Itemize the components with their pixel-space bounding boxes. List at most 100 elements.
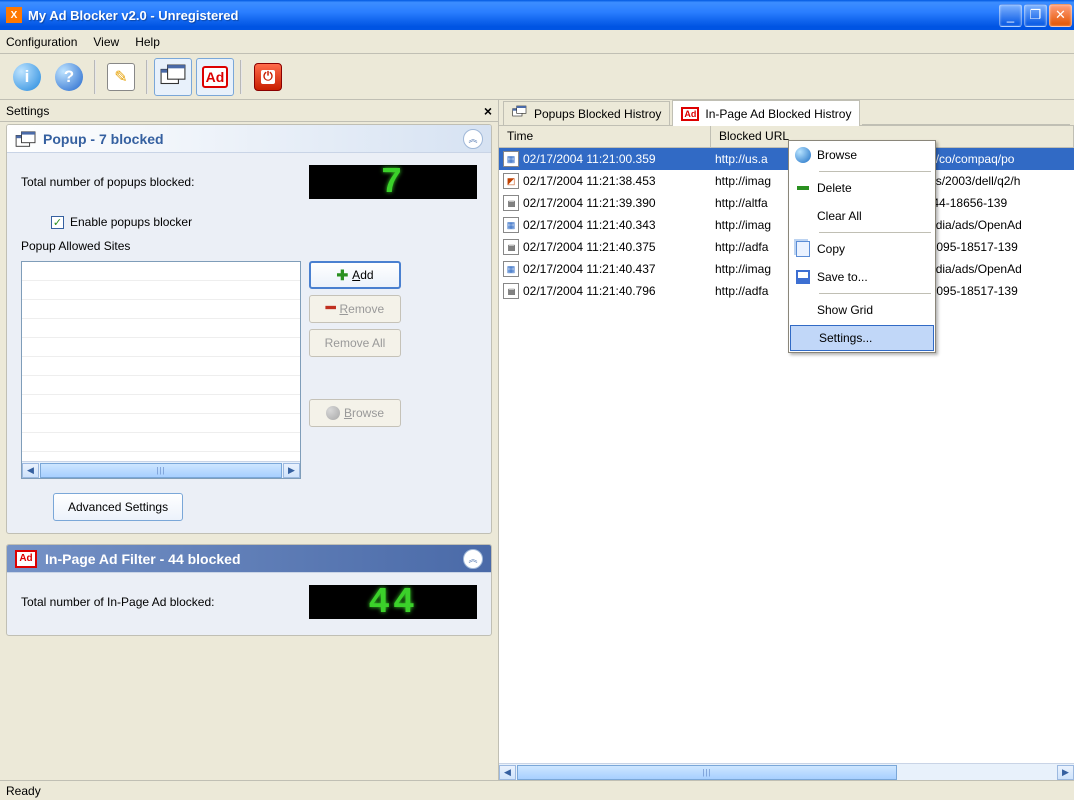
history-hscroll[interactable]: ◀ ||| ▶ (499, 763, 1074, 780)
ctx-delete[interactable]: Delete (789, 174, 935, 202)
popup-icon (159, 63, 187, 91)
settings-panel-header: Settings × (0, 100, 498, 122)
row-time: 02/17/2004 11:21:40.437 (523, 262, 656, 276)
window-title: My Ad Blocker v2.0 - Unregistered (28, 8, 999, 23)
toolbar: i ? ✎ Ad ⏻ (0, 54, 1074, 100)
settings-panel: Settings × Popup - 7 blocked ︽ Total num… (0, 100, 498, 780)
context-menu: Browse Delete Clear All Copy Save to... … (788, 140, 936, 353)
inpage-section-icon: Ad (15, 550, 37, 568)
toolbar-separator (240, 60, 242, 94)
status-text: Ready (6, 784, 41, 798)
enable-popup-blocker-checkbox[interactable]: ✓ (51, 216, 64, 229)
menu-help[interactable]: Help (135, 35, 160, 49)
ctx-browse[interactable]: Browse (789, 141, 935, 169)
advanced-settings-button[interactable]: Advanced Settings (53, 493, 183, 521)
tab-popups-label: Popups Blocked Histroy (534, 107, 661, 121)
statusbar: Ready (0, 780, 1074, 800)
inpage-count-value: 44 (368, 582, 417, 623)
history-row[interactable]: ▦02/17/2004 11:21:00.359http://us.am/a/c… (499, 148, 1074, 170)
cal-icon: ▤ (503, 195, 519, 211)
browse-button[interactable]: Browse (309, 399, 401, 427)
globe-icon (326, 406, 340, 420)
delete-icon (797, 186, 809, 190)
popup-total-label: Total number of popups blocked: (21, 175, 309, 189)
add-button[interactable]: ✚Add (309, 261, 401, 289)
toolbar-config-button[interactable]: ✎ (102, 58, 140, 96)
collapse-icon[interactable]: ︽ (463, 549, 483, 569)
collapse-icon[interactable]: ︽ (463, 129, 483, 149)
popup-section-header[interactable]: Popup - 7 blocked ︽ (7, 125, 491, 153)
html-icon: ▦ (503, 261, 519, 277)
tab-popups-history[interactable]: Popups Blocked Histroy (503, 101, 670, 125)
remove-all-button[interactable]: Remove All (309, 329, 401, 357)
maximize-button[interactable]: ❐ (1024, 4, 1047, 27)
inpage-section-title: In-Page Ad Filter - 44 blocked (45, 551, 463, 567)
minus-icon: ━ (326, 305, 336, 313)
minimize-button[interactable]: _ (999, 4, 1022, 27)
column-header-time[interactable]: Time (499, 126, 711, 147)
scroll-thumb[interactable]: ||| (517, 765, 897, 780)
menu-view[interactable]: View (93, 35, 119, 49)
html-icon: ▦ (503, 151, 519, 167)
ad-icon: Ad (202, 66, 228, 88)
toolbar-help-button[interactable]: ? (50, 58, 88, 96)
history-row[interactable]: ▤02/17/2004 11:21:40.375http://adfam/209… (499, 236, 1074, 258)
close-button[interactable]: ✕ (1049, 4, 1072, 27)
ctx-separator (819, 293, 931, 294)
titlebar: X My Ad Blocker v2.0 - Unregistered _ ❐ … (0, 0, 1074, 30)
row-time: 02/17/2004 11:21:38.453 (523, 174, 656, 188)
row-time: 02/17/2004 11:21:40.343 (523, 218, 656, 232)
inpage-section: Ad In-Page Ad Filter - 44 blocked ︽ Tota… (6, 544, 492, 636)
history-grid-body[interactable]: ▦02/17/2004 11:21:00.359http://us.am/a/c… (499, 148, 1074, 763)
popup-counter: 7 (309, 165, 477, 199)
allowed-sites-label: Popup Allowed Sites (21, 239, 477, 253)
config-icon: ✎ (107, 63, 135, 91)
globe-icon (795, 147, 811, 163)
history-row[interactable]: ▤02/17/2004 11:21:40.796http://adfam/209… (499, 280, 1074, 302)
tab-inpage-label: In-Page Ad Blocked Histroy (705, 107, 851, 121)
ctx-show-grid[interactable]: Show Grid (789, 296, 935, 324)
scroll-left-icon[interactable]: ◀ (22, 463, 39, 478)
toolbar-info-button[interactable]: i (8, 58, 46, 96)
toolbar-stop-button[interactable]: ⏻ (248, 58, 288, 96)
allowed-sites-hscroll[interactable]: ◀ ||| ▶ (22, 461, 300, 478)
ctx-copy[interactable]: Copy (789, 235, 935, 263)
popup-section-title: Popup - 7 blocked (43, 131, 463, 147)
menu-configuration[interactable]: Configuration (6, 35, 77, 49)
ctx-settings[interactable]: Settings... (790, 325, 934, 351)
tab-inpage-history[interactable]: Ad In-Page Ad Blocked Histroy (672, 100, 860, 126)
row-time: 02/17/2004 11:21:40.375 (523, 240, 656, 254)
history-row[interactable]: ◩02/17/2004 11:21:38.453http://imagsors/… (499, 170, 1074, 192)
settings-panel-close-icon[interactable]: × (484, 103, 492, 119)
ctx-save-to[interactable]: Save to... (789, 263, 935, 291)
inpage-total-label: Total number of In-Page Ad blocked: (21, 595, 309, 609)
ctx-clear-all[interactable]: Clear All (789, 202, 935, 230)
history-row[interactable]: ▦02/17/2004 11:21:40.343http://imagMedia… (499, 214, 1074, 236)
history-row[interactable]: ▤02/17/2004 11:21:39.390http://altfa/374… (499, 192, 1074, 214)
settings-panel-title: Settings (6, 104, 49, 118)
toolbar-separator (94, 60, 96, 94)
plus-icon: ✚ (336, 267, 348, 284)
scroll-right-icon[interactable]: ▶ (1057, 765, 1074, 780)
scroll-left-icon[interactable]: ◀ (499, 765, 516, 780)
ad-icon: Ad (681, 107, 699, 121)
inpage-section-header[interactable]: Ad In-Page Ad Filter - 44 blocked ︽ (7, 545, 491, 573)
toolbar-separator (146, 60, 148, 94)
scroll-right-icon[interactable]: ▶ (283, 463, 300, 478)
help-icon: ? (55, 63, 83, 91)
row-time: 02/17/2004 11:21:39.390 (523, 196, 656, 210)
history-tabs: Popups Blocked Histroy Ad In-Page Ad Blo… (499, 100, 1074, 126)
allowed-sites-listbox[interactable]: ◀ ||| ▶ (21, 261, 301, 479)
history-row[interactable]: ▦02/17/2004 11:21:40.437http://imagMedia… (499, 258, 1074, 280)
inpage-counter: 44 (309, 585, 477, 619)
copy-icon (796, 241, 810, 257)
remove-button[interactable]: ━Remove (309, 295, 401, 323)
img-icon: ◩ (503, 173, 519, 189)
toolbar-popup-button[interactable] (154, 58, 192, 96)
save-icon (796, 270, 810, 284)
ctx-separator (819, 232, 931, 233)
stop-icon: ⏻ (254, 63, 282, 91)
html-icon: ▦ (503, 217, 519, 233)
toolbar-ad-button[interactable]: Ad (196, 58, 234, 96)
scroll-thumb[interactable]: ||| (40, 463, 282, 478)
